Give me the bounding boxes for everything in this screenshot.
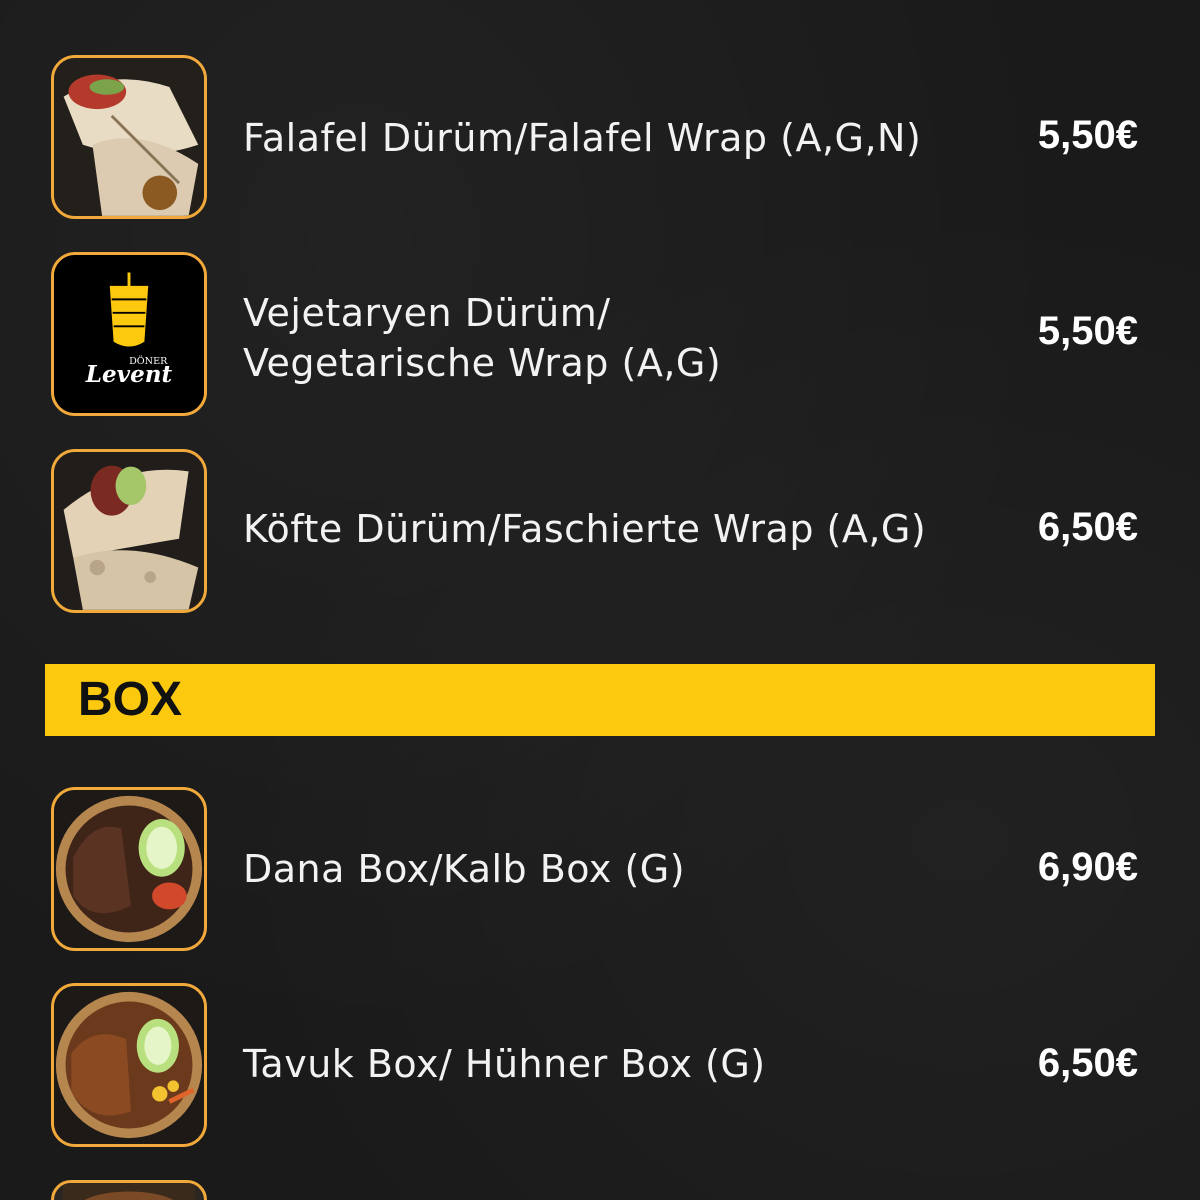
item-price: 6,50€ bbox=[1037, 1041, 1138, 1085]
item-price: 5,50€ bbox=[1037, 113, 1138, 157]
item-price: 6,50€ bbox=[1037, 505, 1138, 549]
item-price: 6,90€ bbox=[1037, 845, 1138, 889]
doner-levent-logo: DÖNER Levent bbox=[51, 252, 207, 416]
item-name: Tavuk Box/ Hühner Box (G) bbox=[243, 1042, 766, 1086]
chicken-box-photo bbox=[51, 983, 207, 1147]
item-name: Köfte Dürüm/Faschierte Wrap (A,G) bbox=[243, 507, 927, 551]
section-title: BOX bbox=[78, 673, 183, 726]
kofte-wrap-photo bbox=[51, 449, 207, 613]
item-name-line2: Vegetarische Wrap (A,G) bbox=[243, 341, 722, 385]
item-name: Vejetaryen Dürüm/ bbox=[243, 291, 611, 335]
logo-text-main: Levent bbox=[85, 361, 173, 388]
item-name: Dana Box/Kalb Box (G) bbox=[243, 847, 686, 891]
beef-box-photo bbox=[51, 787, 207, 951]
next-item-photo bbox=[51, 1180, 207, 1200]
item-price: 5,50€ bbox=[1037, 309, 1138, 353]
item-name: Falafel Dürüm/Falafel Wrap (A,G,N) bbox=[243, 116, 922, 160]
falafel-wrap-photo bbox=[51, 55, 207, 219]
section-header-box: BOX bbox=[45, 664, 1155, 736]
